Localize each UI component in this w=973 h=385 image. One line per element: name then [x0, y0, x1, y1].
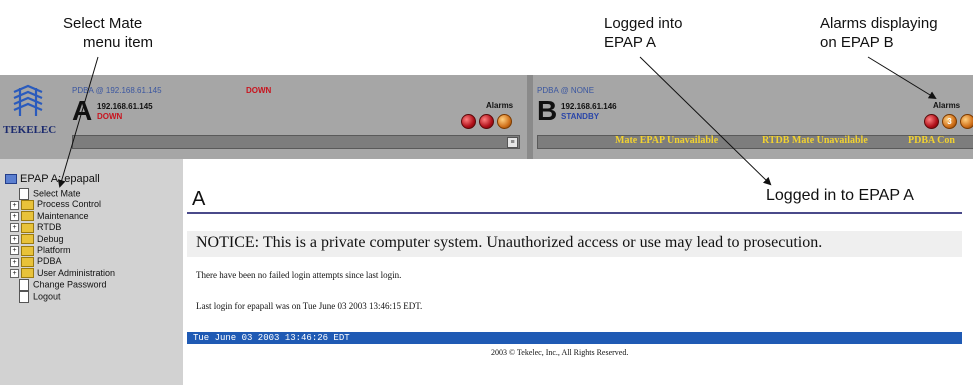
- arrow-select-mate: [57, 56, 99, 188]
- arrow-alarms-b: [867, 56, 937, 100]
- arrow-logged-into: [639, 56, 772, 186]
- annotation-arrows: [57, 56, 937, 188]
